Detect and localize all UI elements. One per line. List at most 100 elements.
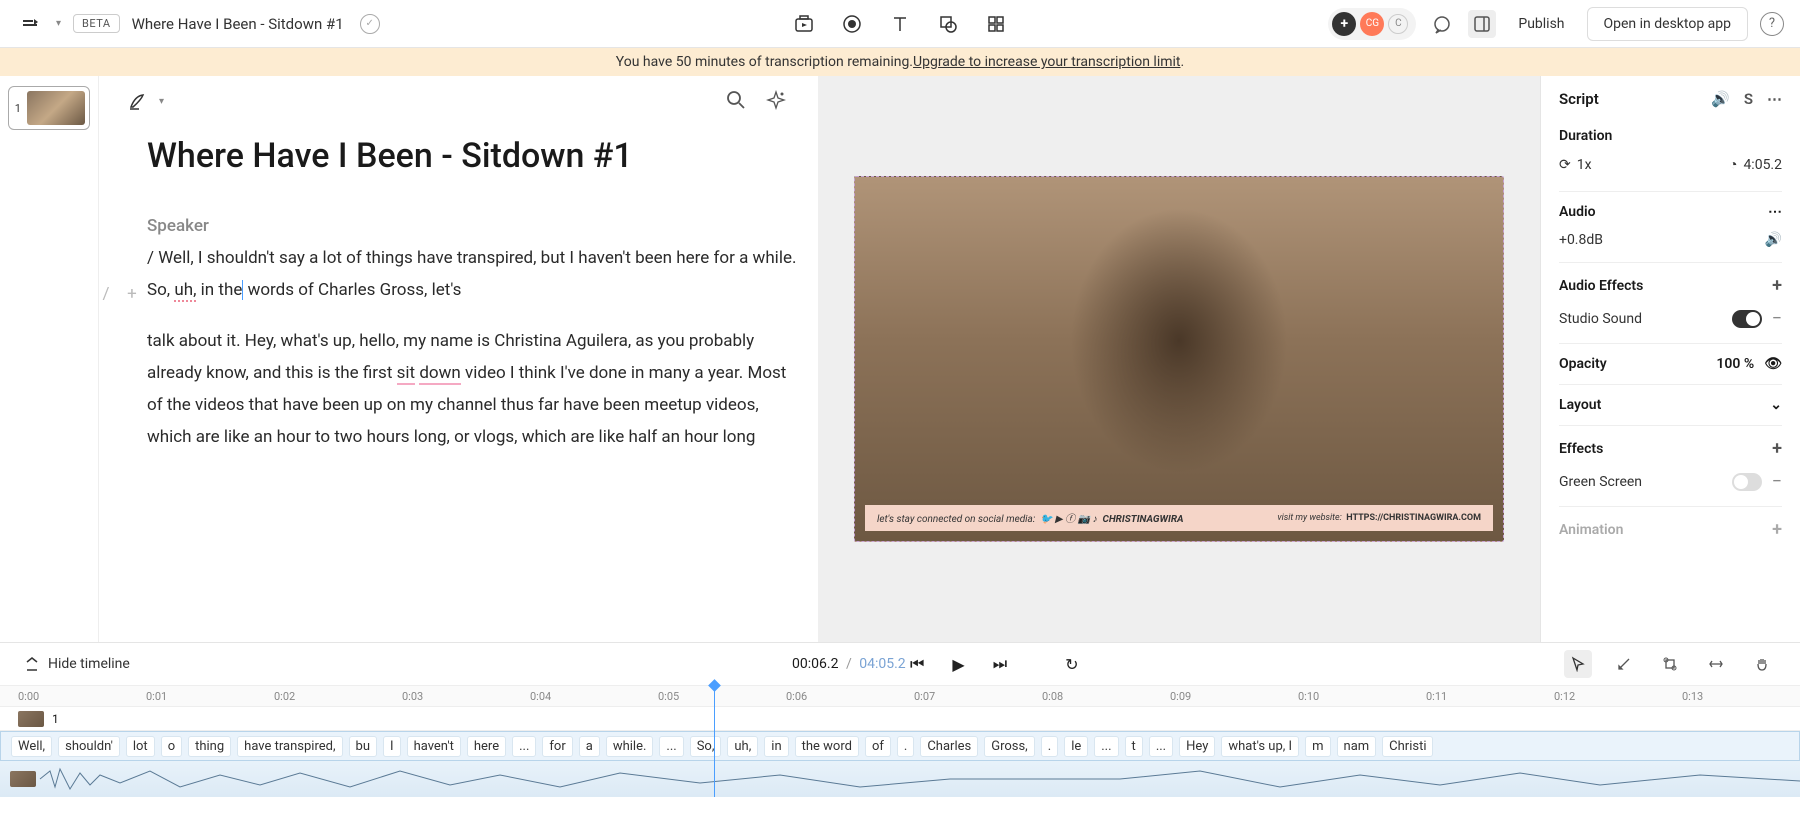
add-collaborator-button[interactable]: + — [1332, 12, 1356, 36]
timeline-word[interactable]: haven't — [407, 736, 461, 757]
timeline-word[interactable]: So, — [690, 736, 722, 757]
text-button[interactable] — [888, 12, 912, 36]
timeline-word[interactable]: in — [764, 736, 788, 757]
document-title[interactable]: Where Have I Been - Sitdown #1 — [132, 15, 344, 33]
publish-button[interactable]: Publish — [1508, 10, 1574, 38]
app-menu-button[interactable] — [16, 10, 44, 38]
word-uh[interactable]: uh, — [174, 280, 196, 302]
help-button[interactable]: ? — [1760, 12, 1784, 36]
green-screen-toggle[interactable] — [1732, 473, 1762, 491]
timeline-word[interactable]: nam — [1337, 736, 1377, 757]
loop-button[interactable]: ↻ — [1065, 655, 1078, 674]
timeline-word[interactable]: thing — [188, 736, 231, 757]
skip-forward-button[interactable]: ⏭ — [993, 654, 1007, 674]
shapes-button[interactable] — [936, 12, 960, 36]
record-button[interactable] — [840, 12, 864, 36]
timeline-word[interactable]: shouldn' — [58, 736, 120, 757]
studio-sound-toggle[interactable] — [1732, 310, 1762, 328]
script-editor[interactable]: ▾ Where Have I Been - Sitdown #1 Speaker… — [98, 76, 818, 642]
timeline-word[interactable]: a — [579, 736, 600, 757]
scene-thumb-1[interactable]: 1 — [8, 86, 90, 130]
upgrade-link[interactable]: Upgrade to increase your transcription l… — [913, 54, 1180, 70]
timeline-word[interactable]: the word — [795, 736, 859, 757]
timeline-word[interactable]: le — [1064, 736, 1088, 757]
audio-more-button[interactable]: ⋯ — [1768, 204, 1782, 220]
word-track[interactable]: Well, shouldn' lotothing have transpired, bu… — [0, 731, 1800, 761]
hand-tool[interactable] — [1748, 650, 1776, 678]
add-audio-effect-button[interactable]: + — [1772, 275, 1782, 296]
media-button[interactable] — [792, 12, 816, 36]
templates-button[interactable] — [984, 12, 1008, 36]
timeline-word[interactable]: lot — [126, 736, 155, 757]
add-animation-button[interactable]: + — [1772, 519, 1782, 540]
timeline-word[interactable]: of — [865, 736, 891, 757]
volume-icon[interactable]: 🔊 — [1765, 232, 1782, 248]
scene-track[interactable]: 1 — [0, 707, 1800, 731]
comments-button[interactable] — [1428, 10, 1456, 38]
open-desktop-button[interactable]: Open in desktop app — [1587, 7, 1748, 41]
add-effect-button[interactable]: + — [1772, 438, 1782, 459]
ai-actions-button[interactable] — [766, 90, 788, 112]
timeline-word[interactable]: Well, — [11, 736, 52, 757]
search-button[interactable] — [726, 90, 748, 112]
slash-command-button[interactable]: / — [98, 278, 115, 310]
timeline-word[interactable]: I — [383, 736, 401, 757]
timeline-word[interactable]: Gross, — [984, 736, 1035, 757]
app-menu-chevron-icon[interactable]: ▾ — [56, 18, 61, 29]
speed-badge[interactable]: S — [1744, 90, 1753, 108]
timeline-word[interactable]: . — [897, 736, 914, 757]
timeline-word[interactable]: ... — [512, 736, 536, 757]
script-title[interactable]: Where Have I Been - Sitdown #1 — [127, 136, 798, 176]
ruler-tick: 0:13 — [1682, 690, 1703, 703]
avatar-c[interactable]: C — [1388, 14, 1408, 34]
timeline-word[interactable]: t — [1125, 736, 1143, 757]
paragraph-1[interactable]: / + / Well, I shouldn't say a lot of thi… — [127, 242, 798, 307]
timeline-word[interactable]: while. — [606, 736, 654, 757]
hide-timeline-button[interactable]: Hide timeline — [24, 656, 130, 672]
speaker-icon[interactable]: 🔊 — [1711, 90, 1730, 108]
timeline-word[interactable]: here — [467, 736, 506, 757]
blade-tool[interactable] — [1610, 650, 1638, 678]
pointer-tool[interactable] — [1564, 650, 1592, 678]
word-down[interactable]: down — [419, 363, 460, 385]
paragraph-2[interactable]: talk about it. Hey, what's up, hello, my… — [127, 325, 798, 454]
remove-green-screen-button[interactable]: − — [1772, 471, 1782, 492]
skip-back-button[interactable]: ⏮ — [910, 654, 924, 674]
avatar-cg[interactable]: CG — [1360, 12, 1384, 36]
timeline-word[interactable]: m — [1305, 736, 1330, 757]
word-sit[interactable]: sit — [397, 363, 415, 385]
timeline-word[interactable]: ... — [1149, 736, 1173, 757]
visibility-icon[interactable]: 👁 — [1764, 356, 1782, 372]
collaborators[interactable]: + CG C — [1328, 8, 1416, 40]
timeline-word[interactable]: Hey — [1179, 736, 1215, 757]
speaker-label[interactable]: Speaker — [127, 216, 798, 236]
timeline-word[interactable]: uh, — [727, 736, 758, 757]
remove-studio-sound-button[interactable]: − — [1772, 308, 1782, 329]
more-menu-button[interactable]: ⋯ — [1767, 90, 1782, 108]
opacity-value[interactable]: 100 % — [1716, 356, 1754, 372]
gain-value[interactable]: +0.8dB — [1559, 232, 1603, 248]
timeline-word[interactable]: o — [161, 736, 182, 757]
timeline-word[interactable]: have transpired, — [237, 736, 342, 757]
fit-tool[interactable] — [1702, 650, 1730, 678]
timeline-word[interactable]: bu — [349, 736, 377, 757]
play-button[interactable]: ▶ — [952, 655, 964, 674]
write-mode-chevron-icon[interactable]: ▾ — [159, 96, 164, 107]
timeline-word[interactable]: for — [542, 736, 572, 757]
layout-chevron-icon[interactable]: ⌄ — [1770, 397, 1782, 413]
timeline-word[interactable]: Charles — [920, 736, 978, 757]
crop-tool[interactable] — [1656, 650, 1684, 678]
write-mode-button[interactable] — [127, 90, 149, 112]
timeline[interactable]: 0:000:010:020:030:040:050:060:070:080:09… — [0, 685, 1800, 797]
timeline-word[interactable]: . — [1041, 736, 1058, 757]
timeline-ruler[interactable]: 0:000:010:020:030:040:050:060:070:080:09… — [0, 685, 1800, 707]
timeline-word[interactable]: Christi — [1382, 736, 1433, 757]
panel-toggle-button[interactable] — [1468, 10, 1496, 38]
add-block-button[interactable]: + — [123, 278, 141, 310]
timeline-word[interactable]: what's up, I — [1221, 736, 1299, 757]
waveform-track[interactable] — [0, 761, 1800, 797]
timeline-word[interactable]: ... — [659, 736, 683, 757]
timeline-word[interactable]: ... — [1094, 736, 1118, 757]
video-canvas[interactable]: let's stay connected on social media: 🐦 … — [854, 176, 1504, 542]
playback-speed[interactable]: 1x — [1577, 157, 1592, 173]
